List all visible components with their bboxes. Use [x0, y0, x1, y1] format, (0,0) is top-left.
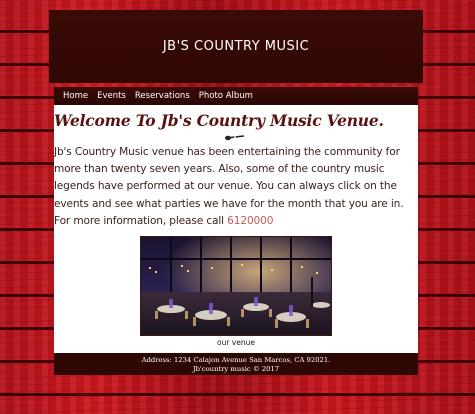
footer-address: Address: 1234 Calajon Avenue San Marcos,… — [141, 356, 331, 365]
footer-copyright: Jb'country music © 2017 — [192, 365, 280, 374]
nav-reservations-link[interactable]: Reservations — [135, 91, 190, 101]
site-footer: Address: 1234 Calajon Avenue San Marcos,… — [54, 353, 418, 376]
intro-paragraph: Jb's Country Music venue has been entert… — [54, 144, 418, 230]
photo-caption: our venue — [217, 338, 255, 348]
nav-bar: Home Events Reservations Photo Album — [54, 87, 418, 105]
guitar-ornament-icon — [225, 135, 245, 141]
page-container: JB'S COUNTRY MUSIC Home Events Reservati… — [49, 10, 423, 376]
site-header: JB'S COUNTRY MUSIC — [49, 10, 423, 83]
welcome-heading: Welcome To Jb's Country Music Venue. — [54, 111, 384, 130]
phone-link[interactable]: 6120000 — [227, 215, 273, 227]
nav-events-link[interactable]: Events — [97, 91, 126, 101]
venue-photo-block: our venue — [140, 236, 332, 353]
main-content: Welcome To Jb's Country Music Venue. Jb'… — [54, 105, 418, 354]
nav-photo-album-link[interactable]: Photo Album — [199, 91, 253, 101]
nav-home-link[interactable]: Home — [63, 91, 88, 101]
site-title: JB'S COUNTRY MUSIC — [162, 39, 310, 54]
venue-photo — [140, 236, 332, 337]
